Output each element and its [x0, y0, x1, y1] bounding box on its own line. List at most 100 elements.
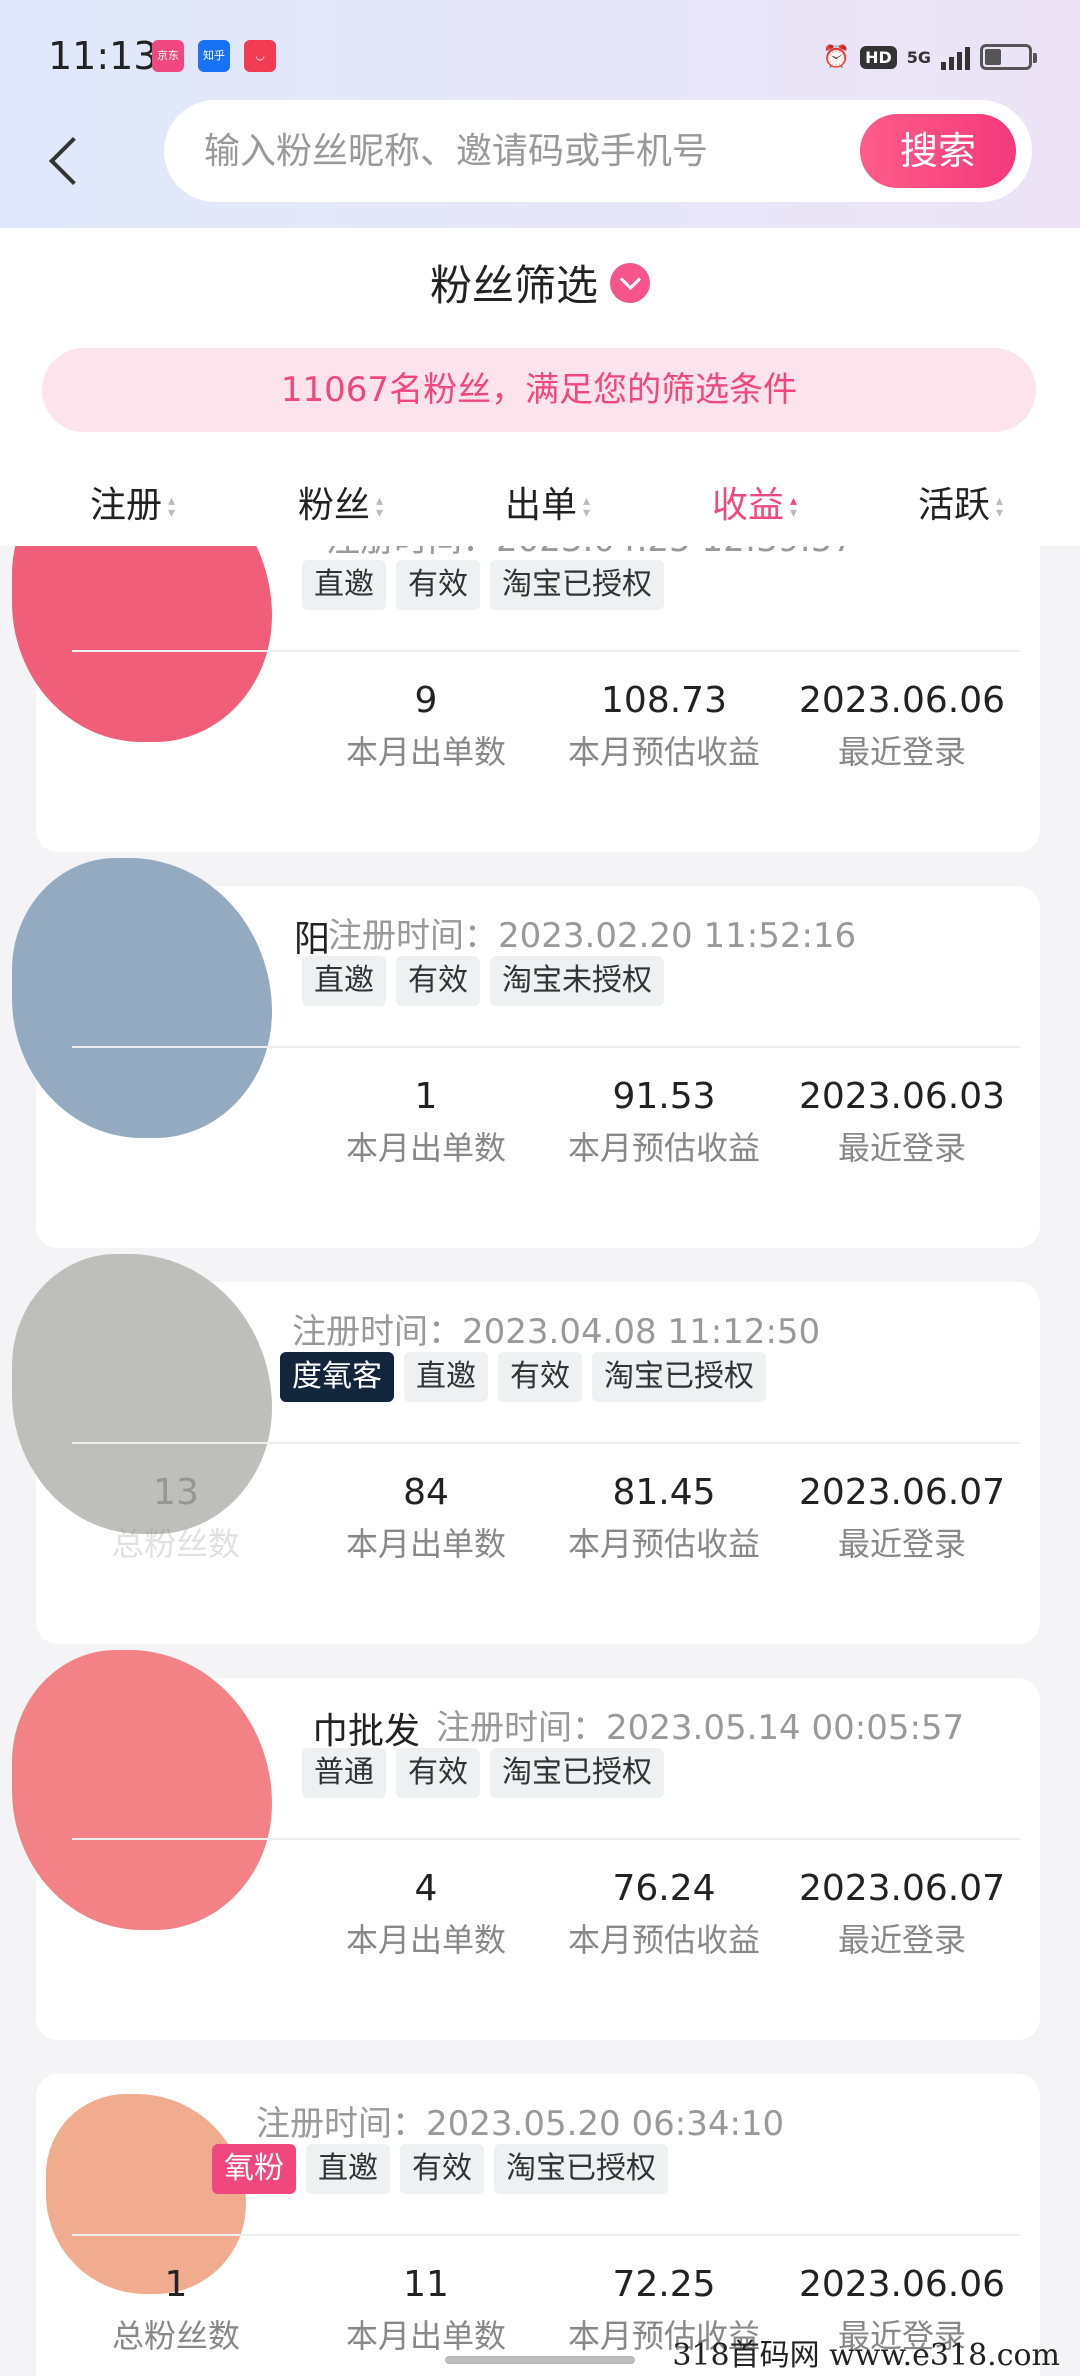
stat-label: 本月出单数: [345, 1129, 506, 1167]
stat-label: 本月预估收益: [567, 733, 760, 771]
sort-arrows-icon: ▴ ▾: [376, 493, 384, 521]
register-time: 注册时间：2023.04.08 11:12:50: [292, 1312, 821, 1352]
stat-label: 最近登录: [837, 1921, 966, 1959]
stat-label: 本月预估收益: [567, 1921, 760, 1959]
avatar: [12, 1650, 272, 1930]
network-label: 5G: [906, 47, 931, 67]
stat-total-fans: 1 总粉丝数: [56, 2264, 296, 2357]
tag: 淘宝未授权: [490, 956, 664, 1006]
search-input[interactable]: [204, 100, 804, 202]
filter-panel: 粉丝筛选 11067名粉丝，满足您的筛选条件 注册 ▴ ▾ 粉丝 ▴ ▾ 出单 ▴ ▾ 收益…: [0, 228, 1080, 546]
filter-result-banner: 11067名粉丝，满足您的筛选条件: [42, 348, 1036, 432]
status-bar: 11:13 京东 知乎 ◡ ⏰ HD 5G: [0, 0, 1080, 110]
signal-icon: [941, 44, 970, 70]
stat-label: 本月出单数: [345, 2317, 506, 2355]
sort-arrows-icon: ▴ ▾: [168, 493, 176, 521]
sort-arrows-icon: ▴ ▾: [790, 493, 798, 521]
tag: 直邀: [302, 560, 386, 610]
divider: [72, 1442, 1020, 1444]
tag: 直邀: [404, 1352, 488, 1402]
tag: 直邀: [306, 2144, 390, 2194]
sort-tab-active[interactable]: 活跃 ▴ ▾: [918, 476, 1003, 528]
tag: 普通: [302, 1748, 386, 1798]
register-time: 注册时间：2023.05.20 06:34:10: [256, 2104, 785, 2144]
stat-total-fans: [56, 1868, 296, 1874]
stat-last-login: 2023.06.07 最近登录: [782, 1472, 1022, 1565]
stat-value: 91.53: [612, 1076, 716, 1117]
status-icons: ⏰ HD 5G: [822, 40, 1037, 74]
sort-tab-orders[interactable]: 出单 ▴ ▾: [505, 476, 590, 528]
fan-card[interactable]: 注册时间：2023.04.08 11:12:50 度氧客 直邀 有效 淘宝已授权…: [12, 1254, 1040, 1644]
divider: [72, 650, 1020, 652]
stat-label: 最近登录: [837, 1525, 966, 1563]
filter-title: 粉丝筛选: [429, 261, 598, 310]
register-time: 注册时间：2023.04.25 12:39:57: [326, 546, 854, 561]
avatar: [12, 546, 272, 742]
stat-value: 108.73: [601, 680, 727, 721]
sort-tab-earnings[interactable]: 收益 ▴ ▾: [712, 476, 797, 528]
watermark: 318首码网 www.e318.com: [672, 2338, 1060, 2373]
fan-card[interactable]: 巾批发 注册时间：2023.05.14 00:05:57 普通 有效 淘宝已授权…: [12, 1650, 1040, 2040]
stat-monthly-earnings: 76.24 本月预估收益: [544, 1868, 784, 1961]
sort-tab-label: 收益: [712, 485, 785, 526]
stat-value: 1: [164, 2264, 188, 2305]
home-indicator[interactable]: [445, 2356, 635, 2364]
stat-total-fans: [56, 1076, 296, 1082]
divider: [72, 1046, 1020, 1048]
tag: 淘宝已授权: [592, 1352, 766, 1402]
tag-level: 氧粉: [212, 2144, 296, 2194]
stat-label: 最近登录: [837, 733, 966, 771]
search-button[interactable]: 搜索: [860, 114, 1016, 188]
stat-label: 总粉丝数: [111, 2317, 240, 2355]
sort-tab-label: 粉丝: [298, 485, 371, 526]
stat-label: 本月出单数: [345, 1525, 506, 1563]
stat-value: 2023.06.06: [798, 680, 1006, 721]
stat-total-fans: [56, 680, 296, 686]
fan-card[interactable]: 注册时间：2023.04.25 12:39:57 直邀 有效 淘宝已授权 9 本月…: [12, 546, 1040, 852]
stat-last-login: 2023.06.06 最近登录: [782, 680, 1022, 773]
shopping-app-icon: 京东: [152, 40, 184, 72]
tag: 淘宝已授权: [490, 560, 664, 610]
sort-tab-label: 出单: [505, 485, 578, 526]
tag-list: 度氧客 直邀 有效 淘宝已授权: [280, 1352, 766, 1402]
stat-value: 84: [403, 1472, 449, 1513]
filter-toggle[interactable]: 粉丝筛选: [0, 252, 1080, 313]
tag-level: 度氧客: [280, 1352, 394, 1402]
tag: 有效: [396, 956, 480, 1006]
header-area: 11:13 京东 知乎 ◡ ⏰ HD 5G 搜索: [0, 0, 1080, 228]
stat-monthly-orders: 4 本月出单数: [306, 1868, 546, 1961]
tag: 淘宝已授权: [494, 2144, 668, 2194]
stat-value: 76.24: [612, 1868, 716, 1909]
tag: 有效: [396, 560, 480, 610]
fan-name: 巾批发: [312, 1711, 421, 1752]
back-arrow-icon[interactable]: [42, 130, 92, 190]
fans-list: 注册时间：2023.04.25 12:39:57 直邀 有效 淘宝已授权 9 本月…: [0, 546, 1080, 2376]
sort-tab-fans[interactable]: 粉丝 ▴ ▾: [298, 476, 383, 528]
tag: 有效: [396, 1748, 480, 1798]
alarm-icon: ⏰: [822, 44, 851, 70]
sort-tab-label: 活跃: [918, 485, 991, 526]
stat-value: 2023.06.07: [798, 1472, 1006, 1513]
tag: 直邀: [302, 956, 386, 1006]
stat-value: 2023.06.03: [798, 1076, 1006, 1117]
stat-value: 4: [414, 1868, 438, 1909]
search-bar: 搜索: [164, 100, 1032, 202]
stat-last-login: 2023.06.07 最近登录: [782, 1868, 1022, 1961]
avatar: [12, 858, 272, 1138]
stat-label: 总粉丝数: [111, 1525, 240, 1563]
stat-value: 1: [414, 1076, 438, 1117]
tag: 淘宝已授权: [490, 1748, 664, 1798]
stat-label: 本月出单数: [345, 733, 506, 771]
fan-name: 阳: [294, 919, 331, 960]
tag-list: 直邀 有效 淘宝已授权: [302, 560, 664, 610]
stat-value: 13: [153, 1472, 199, 1513]
stat-value: 72.25: [612, 2264, 716, 2305]
battery-icon: [980, 44, 1037, 70]
stat-label: 最近登录: [837, 1129, 966, 1167]
stat-label: 本月预估收益: [567, 1525, 760, 1563]
stat-monthly-earnings: 81.45 本月预估收益: [544, 1472, 784, 1565]
sort-bar: 注册 ▴ ▾ 粉丝 ▴ ▾ 出单 ▴ ▾ 收益 ▴ ▾ 活跃 ▴ ▾: [0, 464, 1080, 544]
stat-last-login: 2023.06.03 最近登录: [782, 1076, 1022, 1169]
fan-card[interactable]: 阳 注册时间：2023.02.20 11:52:16 直邀 有效 淘宝未授权 1…: [12, 858, 1040, 1248]
sort-tab-register[interactable]: 注册 ▴ ▾: [90, 476, 175, 528]
